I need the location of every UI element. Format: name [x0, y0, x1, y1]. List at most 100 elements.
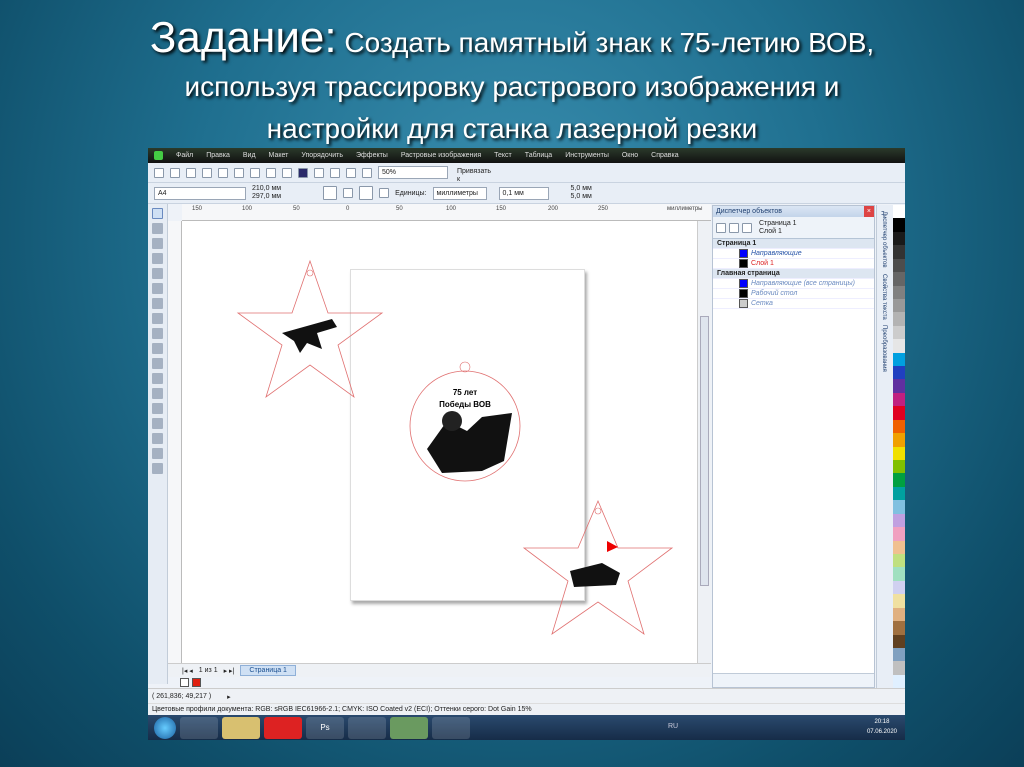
menu-view[interactable]: Вид — [243, 152, 256, 159]
scroll-thumb[interactable] — [700, 316, 709, 586]
units-select[interactable]: миллиметры — [432, 186, 487, 200]
menu-edit[interactable]: Правка — [206, 152, 230, 159]
layer-row[interactable]: Направляющие — [713, 249, 874, 259]
palette-swatch[interactable] — [893, 205, 905, 219]
cut-icon[interactable] — [218, 167, 228, 178]
palette-swatch[interactable] — [893, 567, 905, 581]
menu-text[interactable]: Текст — [494, 152, 512, 159]
tab-transformations[interactable]: Преобразования — [881, 325, 887, 372]
menu-arrange[interactable]: Упорядочить — [301, 152, 343, 159]
layer-tree-master-page[interactable]: Главная страница — [713, 269, 874, 279]
next-page-button[interactable]: ▸ ▸| — [224, 667, 235, 675]
rectangle-tool-icon[interactable] — [152, 298, 163, 309]
snap-to-dropdown[interactable]: Привязать к — [454, 166, 496, 183]
language-indicator[interactable]: RU — [668, 723, 678, 730]
freehand-tool-icon[interactable] — [152, 268, 163, 279]
palette-swatch[interactable] — [893, 406, 905, 420]
layer-tree-page[interactable]: Страница 1 — [713, 239, 874, 249]
palette-swatch[interactable] — [893, 231, 905, 246]
palette-swatch[interactable] — [893, 272, 905, 286]
palette-swatch[interactable] — [893, 366, 905, 380]
tab-object-manager[interactable]: Диспетчер объектов — [881, 211, 887, 268]
first-page-button[interactable]: |◂ ◂ — [182, 667, 193, 675]
blend-tool-icon[interactable] — [152, 403, 163, 414]
taskbar-app[interactable] — [348, 716, 386, 739]
palette-swatch[interactable] — [893, 527, 905, 541]
open-icon[interactable] — [170, 167, 180, 178]
palette-swatch[interactable] — [893, 285, 905, 299]
palette-swatch[interactable] — [893, 553, 905, 568]
layer-row[interactable]: Рабочий стол — [713, 289, 874, 299]
vertical-scrollbar[interactable] — [697, 221, 711, 663]
text-tool-icon[interactable] — [152, 358, 163, 369]
layer-manager-view-icon[interactable] — [742, 222, 752, 233]
nudge-field[interactable]: 0,1 мм — [498, 186, 549, 200]
palette-swatch[interactable] — [893, 298, 905, 313]
palette-swatch[interactable] — [893, 325, 905, 340]
outline-pen-icon[interactable] — [152, 433, 163, 444]
palette-swatch[interactable] — [893, 245, 905, 259]
landscape-icon[interactable] — [343, 188, 354, 198]
palette-swatch[interactable] — [893, 392, 905, 407]
palette-swatch[interactable] — [893, 339, 905, 353]
import-icon[interactable] — [314, 167, 324, 178]
taskbar-app[interactable] — [180, 716, 218, 739]
print-icon[interactable] — [202, 167, 212, 178]
color-profile-bar[interactable]: Цветовые профили документа: RGB: sRGB IE… — [148, 703, 905, 715]
portrait-icon[interactable] — [323, 186, 338, 200]
layer-row[interactable]: Сетка — [713, 299, 874, 309]
horizontal-ruler[interactable]: 150 100 50 0 50 100 150 200 250 миллимет… — [182, 204, 711, 221]
pick-tool-icon[interactable] — [152, 208, 163, 219]
palette-swatch[interactable] — [893, 433, 905, 447]
interactive-fill-icon[interactable] — [152, 463, 163, 474]
palette-swatch[interactable] — [893, 661, 905, 675]
page-tab[interactable]: Страница 1 — [240, 665, 296, 676]
menu-table[interactable]: Таблица — [525, 152, 552, 159]
palette-swatch[interactable] — [893, 621, 905, 635]
zoom-tool-icon[interactable] — [152, 253, 163, 264]
connector-tool-icon[interactable] — [152, 388, 163, 399]
start-button[interactable] — [154, 716, 176, 739]
palette-swatch[interactable] — [893, 419, 905, 434]
palette-swatch[interactable] — [893, 258, 905, 273]
undo-icon[interactable] — [266, 167, 276, 178]
save-icon[interactable] — [186, 167, 196, 178]
vertical-ruler[interactable] — [168, 221, 182, 663]
layer-row[interactable]: Слой 1 — [713, 259, 874, 269]
ellipse-tool-icon[interactable] — [152, 313, 163, 324]
palette-swatch[interactable] — [893, 594, 905, 608]
app-launcher-icon[interactable] — [346, 167, 356, 178]
palette-swatch[interactable] — [893, 647, 905, 662]
page-width-field[interactable]: 210,0 мм — [252, 185, 281, 193]
status-arrow[interactable]: ▸ — [227, 693, 231, 701]
show-properties-icon[interactable] — [716, 222, 726, 233]
clock[interactable]: 20:18 07.06.2020 — [867, 717, 897, 737]
export-icon[interactable] — [330, 167, 340, 178]
taskbar-app[interactable] — [432, 716, 470, 739]
redo-icon[interactable] — [282, 167, 292, 178]
all-pages-icon[interactable] — [359, 186, 374, 200]
eyedropper-icon[interactable] — [152, 418, 163, 429]
palette-swatch[interactable] — [893, 580, 905, 595]
new-icon[interactable] — [154, 167, 164, 178]
palette-swatch[interactable] — [893, 674, 905, 689]
page-size-select[interactable]: A4 — [154, 186, 246, 200]
color-palette[interactable] — [893, 205, 905, 689]
star-tank-badge[interactable] — [522, 499, 674, 635]
palette-swatch[interactable] — [893, 634, 905, 648]
palette-swatch[interactable] — [893, 540, 905, 554]
menu-help[interactable]: Справка — [651, 152, 678, 159]
fill-tool-icon[interactable] — [152, 448, 163, 459]
edit-across-layers-icon[interactable] — [729, 222, 739, 233]
palette-swatch[interactable] — [893, 607, 905, 622]
palette-swatch[interactable] — [893, 513, 905, 528]
taskbar-photoshop[interactable]: Ps — [306, 716, 344, 739]
no-color-swatch[interactable] — [180, 678, 189, 687]
menu-bitmaps[interactable]: Растровые изображения — [401, 152, 481, 159]
palette-swatch[interactable] — [893, 446, 905, 461]
close-icon[interactable]: × — [863, 206, 874, 217]
smart-fill-icon[interactable] — [152, 283, 163, 294]
parallel-dimension-icon[interactable] — [152, 373, 163, 384]
star-plane-badge[interactable] — [236, 259, 384, 399]
tab-text-properties[interactable]: Свойства текста — [881, 274, 887, 320]
